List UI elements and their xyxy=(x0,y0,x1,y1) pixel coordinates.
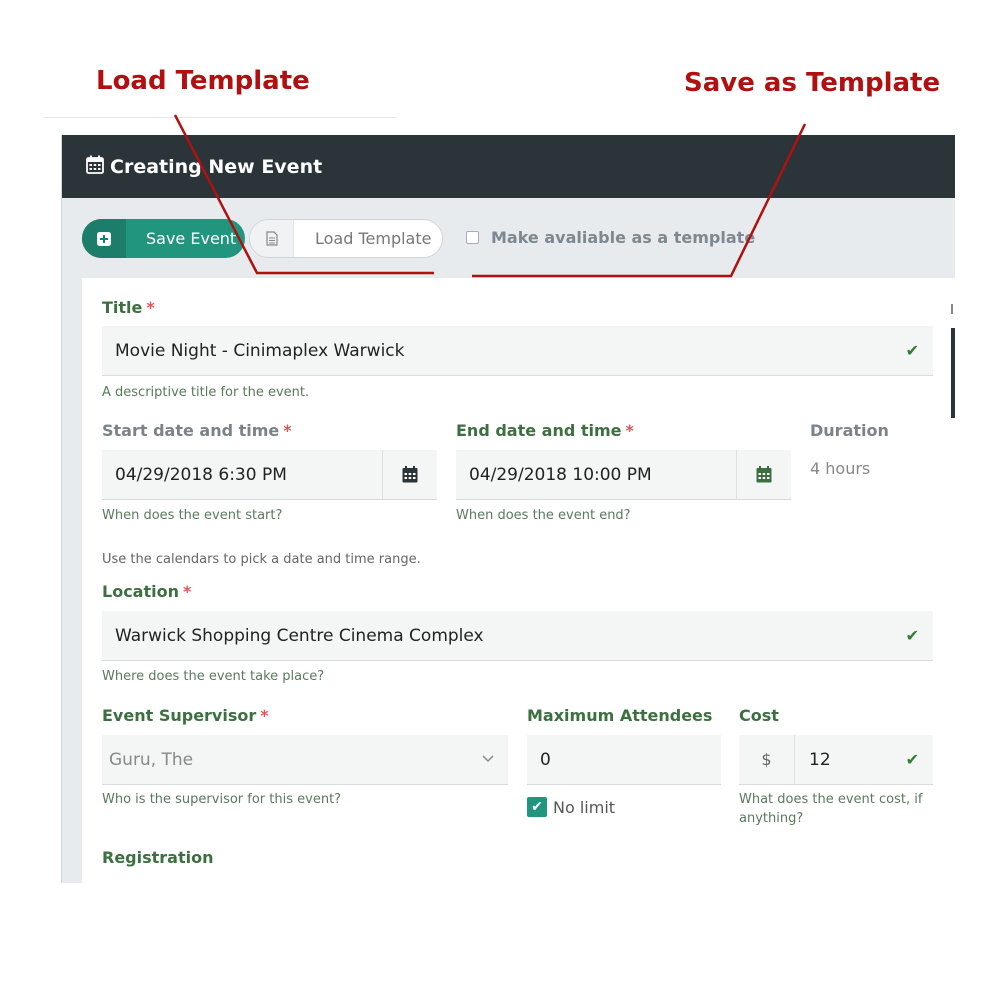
load-template-pointer xyxy=(173,114,434,275)
annotation-pointers xyxy=(173,114,807,278)
save-template-pointer xyxy=(472,123,807,278)
